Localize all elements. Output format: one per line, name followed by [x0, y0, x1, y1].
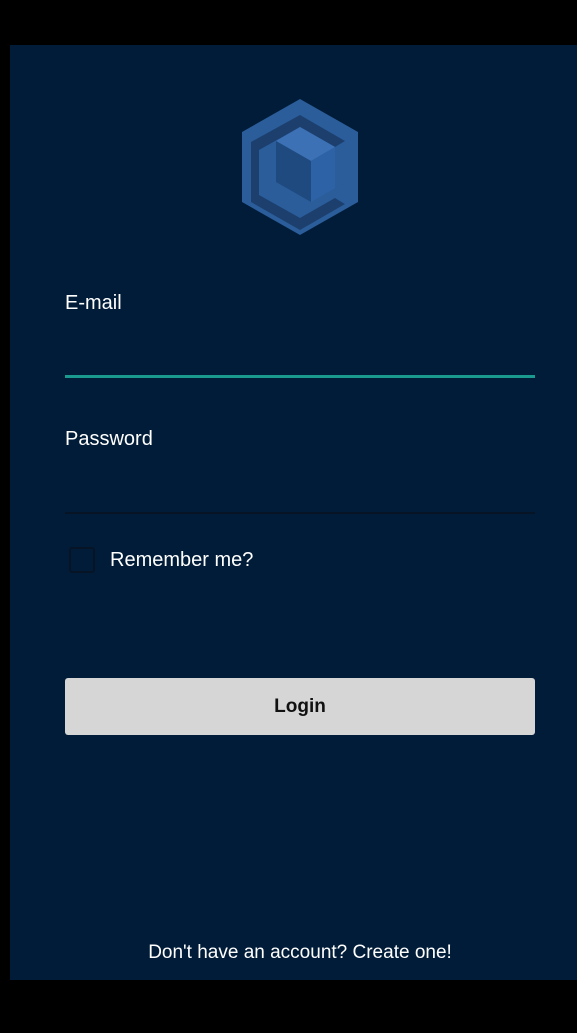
password-underline — [65, 512, 535, 514]
email-underline — [65, 375, 535, 378]
email-field[interactable] — [65, 337, 535, 371]
navigation-bar — [0, 980, 577, 1033]
login-button[interactable]: Login — [65, 678, 535, 735]
password-label: Password — [65, 428, 153, 450]
create-account-link[interactable]: Don't have an account? Create one! — [10, 942, 577, 964]
login-screen: E-mail Password Remember me? Login Don't… — [10, 45, 577, 980]
cube-logo-icon — [242, 99, 358, 235]
remember-me-label: Remember me? — [110, 548, 254, 571]
status-bar — [0, 0, 577, 45]
remember-me-checkbox[interactable] — [69, 547, 95, 573]
remember-me-row[interactable]: Remember me? — [69, 547, 253, 573]
password-field[interactable] — [65, 473, 535, 507]
email-label: E-mail — [65, 292, 122, 314]
